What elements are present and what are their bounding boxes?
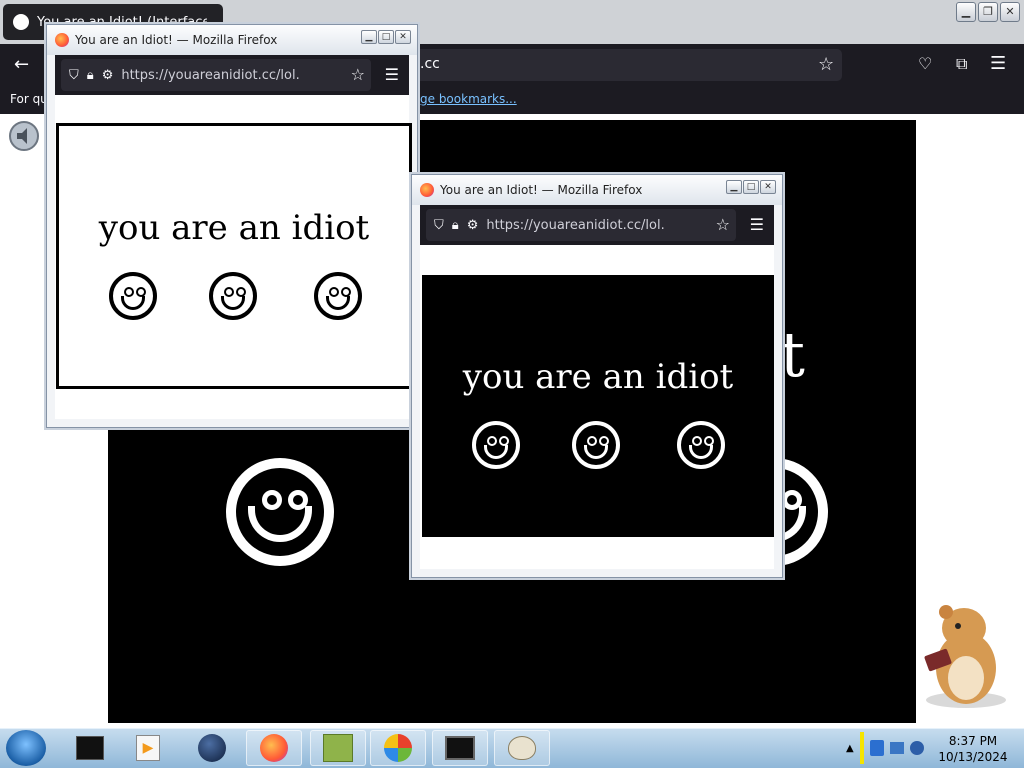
bookmark-star-icon[interactable]: ☆ bbox=[716, 215, 730, 234]
network-icon[interactable] bbox=[889, 742, 904, 754]
minimize-button[interactable]: ▁ bbox=[361, 30, 377, 44]
popup-url-bar[interactable]: ⛉ 🔒︎ ⚙︎ https://youareanidiot.cc/lol. bbox=[426, 209, 736, 241]
minimize-button[interactable]: ▁ bbox=[956, 2, 976, 22]
box-app-icon bbox=[323, 734, 353, 762]
smiley-icon bbox=[677, 421, 725, 469]
firefox-icon bbox=[420, 183, 434, 197]
taskbar-firefox-button[interactable] bbox=[246, 730, 302, 766]
clock-date: 10/13/2024 bbox=[938, 750, 1008, 764]
smiley-favicon-icon bbox=[13, 14, 29, 30]
smiley-icon bbox=[109, 272, 157, 320]
smiley-icon bbox=[572, 421, 620, 469]
back-arrow-icon[interactable]: ← bbox=[14, 54, 29, 75]
smiley-icon bbox=[209, 272, 257, 320]
main-url-bar[interactable] bbox=[410, 49, 842, 81]
manage-bookmarks-link[interactable]: ge bookmarks... bbox=[420, 92, 517, 106]
black-box-app-icon[interactable] bbox=[74, 732, 106, 764]
taskbar-console-button[interactable] bbox=[432, 730, 488, 766]
popup-url-text: https://youareanidiot.cc/lol. bbox=[486, 217, 665, 233]
idiot-panel: you are an idiot bbox=[56, 123, 412, 389]
popup-titlebar[interactable]: You are an Idiot! — Mozilla Firefox ▁ □ … bbox=[47, 25, 417, 55]
firefox-icon bbox=[260, 734, 288, 762]
system-clock[interactable]: 8:37 PM 10/13/2024 bbox=[938, 733, 1008, 765]
page-headline-fragment: t bbox=[780, 318, 805, 391]
popup-window-dark[interactable]: You are an Idiot! — Mozilla Firefox ▁ □ … bbox=[411, 174, 783, 578]
shield-icon[interactable]: ⛉ bbox=[434, 218, 444, 233]
tray-expand-icon[interactable]: ▲ bbox=[846, 743, 854, 754]
taskbar-paint-button[interactable] bbox=[494, 730, 550, 766]
maximize-button[interactable]: □ bbox=[378, 30, 394, 44]
close-button[interactable]: ✕ bbox=[1000, 2, 1020, 22]
smiley-icon bbox=[472, 421, 520, 469]
pocket-icon[interactable]: ♡ bbox=[918, 54, 932, 73]
smiley-icon bbox=[314, 272, 362, 320]
idiot-panel: you are an idiot bbox=[422, 275, 774, 537]
minimize-button[interactable]: ▁ bbox=[726, 180, 742, 194]
main-window-controls: ▁ ❐ ✕ bbox=[956, 2, 1020, 22]
popup-title: You are an Idiot! — Mozilla Firefox bbox=[75, 33, 278, 47]
popup-window-light[interactable]: You are an Idiot! — Mozilla Firefox ▁ □ … bbox=[46, 24, 418, 428]
menu-icon[interactable]: ☰ bbox=[750, 215, 764, 234]
console-icon bbox=[445, 736, 475, 760]
tray-marker bbox=[859, 732, 864, 764]
windows-logo-icon bbox=[384, 734, 412, 762]
popup-title: You are an Idiot! — Mozilla Firefox bbox=[440, 183, 643, 197]
lock-icon[interactable]: 🔒︎ bbox=[452, 218, 459, 233]
volume-icon[interactable] bbox=[909, 741, 924, 755]
lock-icon[interactable]: 🔒︎ bbox=[87, 68, 94, 83]
bookmarks-hint-text: For qu bbox=[10, 92, 48, 106]
menu-icon[interactable]: ☰ bbox=[990, 53, 1006, 74]
bookmark-star-icon[interactable]: ☆ bbox=[351, 65, 365, 84]
permissions-icon[interactable]: ⚙︎ bbox=[102, 68, 114, 83]
bookmark-star-icon[interactable]: ☆ bbox=[818, 54, 834, 75]
paint-palette-icon bbox=[508, 736, 536, 760]
maximize-button[interactable]: □ bbox=[743, 180, 759, 194]
firefox-icon bbox=[55, 33, 69, 47]
restore-button[interactable]: ❐ bbox=[978, 2, 998, 22]
popup-content: you are an idiot bbox=[55, 95, 412, 419]
idiot-headline: you are an idiot bbox=[98, 208, 370, 248]
globe-icon[interactable] bbox=[196, 732, 228, 764]
popup-url-bar[interactable]: ⛉ 🔒︎ ⚙︎ https://youareanidiot.cc/lol. bbox=[61, 59, 371, 91]
large-smiley-icon bbox=[226, 458, 334, 566]
idiot-headline: you are an idiot bbox=[462, 357, 734, 397]
main-url-text: .cc bbox=[420, 56, 440, 72]
popup-titlebar[interactable]: You are an Idiot! — Mozilla Firefox ▁ □ … bbox=[412, 175, 782, 205]
taskbar-bonzi-box-button[interactable] bbox=[310, 730, 366, 766]
shield-icon[interactable]: ⛉ bbox=[69, 68, 79, 83]
popup-content: you are an idiot bbox=[420, 245, 774, 569]
tray-app-icon[interactable] bbox=[869, 740, 884, 756]
extensions-icon[interactable]: ⧉ bbox=[956, 54, 967, 74]
popup-nav-toolbar: ⛉ 🔒︎ ⚙︎ https://youareanidiot.cc/lol. ☆ … bbox=[420, 205, 774, 245]
speaker-icon[interactable] bbox=[8, 120, 40, 152]
popup-nav-toolbar: ⛉ 🔒︎ ⚙︎ https://youareanidiot.cc/lol. ☆ … bbox=[55, 55, 409, 95]
menu-icon[interactable]: ☰ bbox=[385, 65, 399, 84]
media-player-icon[interactable]: ▶ bbox=[132, 732, 164, 764]
taskbar-windows-button[interactable] bbox=[370, 730, 426, 766]
start-button[interactable] bbox=[6, 730, 46, 766]
system-tray: ▲ bbox=[840, 730, 930, 766]
close-button[interactable]: ✕ bbox=[760, 180, 776, 194]
clock-time: 8:37 PM bbox=[948, 734, 998, 748]
popup-url-text: https://youareanidiot.cc/lol. bbox=[121, 67, 300, 83]
hamster-pet-icon[interactable] bbox=[914, 600, 1014, 712]
close-button[interactable]: ✕ bbox=[395, 30, 411, 44]
permissions-icon[interactable]: ⚙︎ bbox=[467, 218, 479, 233]
